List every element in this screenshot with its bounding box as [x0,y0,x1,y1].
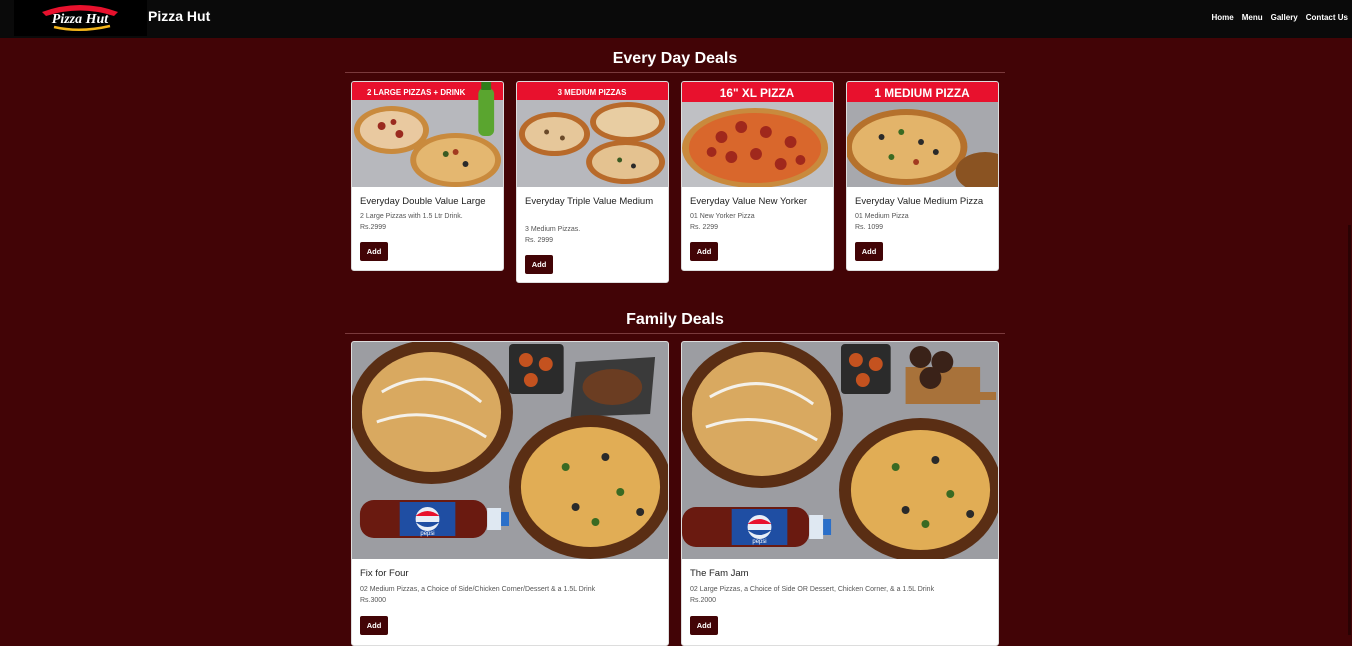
deal-image: 3 MEDIUM PIZZAS [517,82,668,187]
deal-description: 01 New Yorker Pizza [690,213,755,220]
nav-menu: Home Menu Gallery Contact Us [1212,13,1349,22]
section-divider [345,333,1005,334]
deal-name: Everyday Value Medium Pizza [855,196,984,207]
add-button[interactable]: Add [690,242,718,261]
nav-item-contact-us[interactable]: Contact Us [1306,13,1348,22]
logo-text: Pizza Hut [52,12,110,27]
add-button[interactable]: Add [855,242,883,261]
nav-item-gallery[interactable]: Gallery [1271,13,1298,22]
section-title-family-deals: Family Deals [626,311,724,328]
deal-description: 2 Large Pizzas with 1.5 Ltr Drink. [360,213,463,220]
deal-name: Fix for Four [360,568,409,579]
deal-image: pepsi [682,342,998,559]
section-title-everyday-deals: Every Day Deals [612,50,738,67]
nav-item-home[interactable]: Home [1212,13,1234,22]
deal-price: Rs.2000 [690,597,717,604]
deal-image: 1 MEDIUM PIZZA [847,82,998,187]
bottle-label: pepsi [752,539,766,545]
family-deal-card-fix-for-four: pepsi Fix for Four 02 Medium Pizzas, a C… [351,341,669,646]
deal-card-value-new-yorker: 16" XL PIZZA Everyday Value New Yorker 0… [681,81,834,271]
add-button[interactable]: Add [690,616,718,635]
deal-price: Rs.3000 [360,597,387,604]
navbar: Pizza Hut Pizza Hut Home Menu Gallery Co… [0,0,1352,38]
deal-price: Rs. 2999 [525,237,554,244]
brand-logo[interactable]: Pizza Hut [14,0,147,36]
deal-banner: 1 MEDIUM PIZZA [874,86,970,100]
page-scrollbar[interactable] [1348,225,1351,635]
deal-card-double-value-large: 2 LARGE PIZZAS + DRINK Everyday Double V… [351,81,504,271]
deal-image: 16" XL PIZZA [682,82,833,187]
deal-banner: 2 LARGE PIZZAS + DRINK [367,88,466,97]
deal-card-triple-value-medium: 3 MEDIUM PIZZAS Everyday Triple Value Me… [516,81,669,283]
deal-description: 02 Large Pizzas, a Choice of Side OR Des… [690,586,935,593]
nav-item-menu[interactable]: Menu [1242,13,1263,22]
add-button[interactable]: Add [360,616,388,635]
deal-name: Everyday Value New Yorker [690,196,808,207]
deal-image: 2 LARGE PIZZAS + DRINK [352,82,503,187]
deal-name: The Fam Jam [690,568,749,579]
deal-image: pepsi [352,342,668,559]
deal-description: 02 Medium Pizzas, a Choice of Side/Chick… [360,586,596,593]
deal-banner: 3 MEDIUM PIZZAS [558,88,627,97]
deal-card-value-medium-pizza: 1 MEDIUM PIZZA Everyday Value Medium Piz… [846,81,999,271]
deal-name: Everyday Triple Value Medium [525,196,654,207]
deal-description: 01 Medium Pizza [855,213,909,220]
section-divider [345,72,1005,73]
add-button[interactable]: Add [525,255,553,274]
deal-price: Rs. 1099 [855,224,884,231]
add-button[interactable]: Add [360,242,388,261]
deal-banner: 16" XL PIZZA [720,86,795,100]
deal-name: Everyday Double Value Large [360,196,486,207]
family-deal-card-the-fam-jam: pepsi The Fam Jam 02 Large Pizzas, a Cho… [681,341,999,646]
deal-price: Rs.2999 [360,224,387,231]
deal-price: Rs. 2299 [690,224,719,231]
brand-name[interactable]: Pizza Hut [148,8,210,24]
bottle-label: pepsi [420,531,434,537]
deal-description: 3 Medium Pizzas. [525,226,581,233]
